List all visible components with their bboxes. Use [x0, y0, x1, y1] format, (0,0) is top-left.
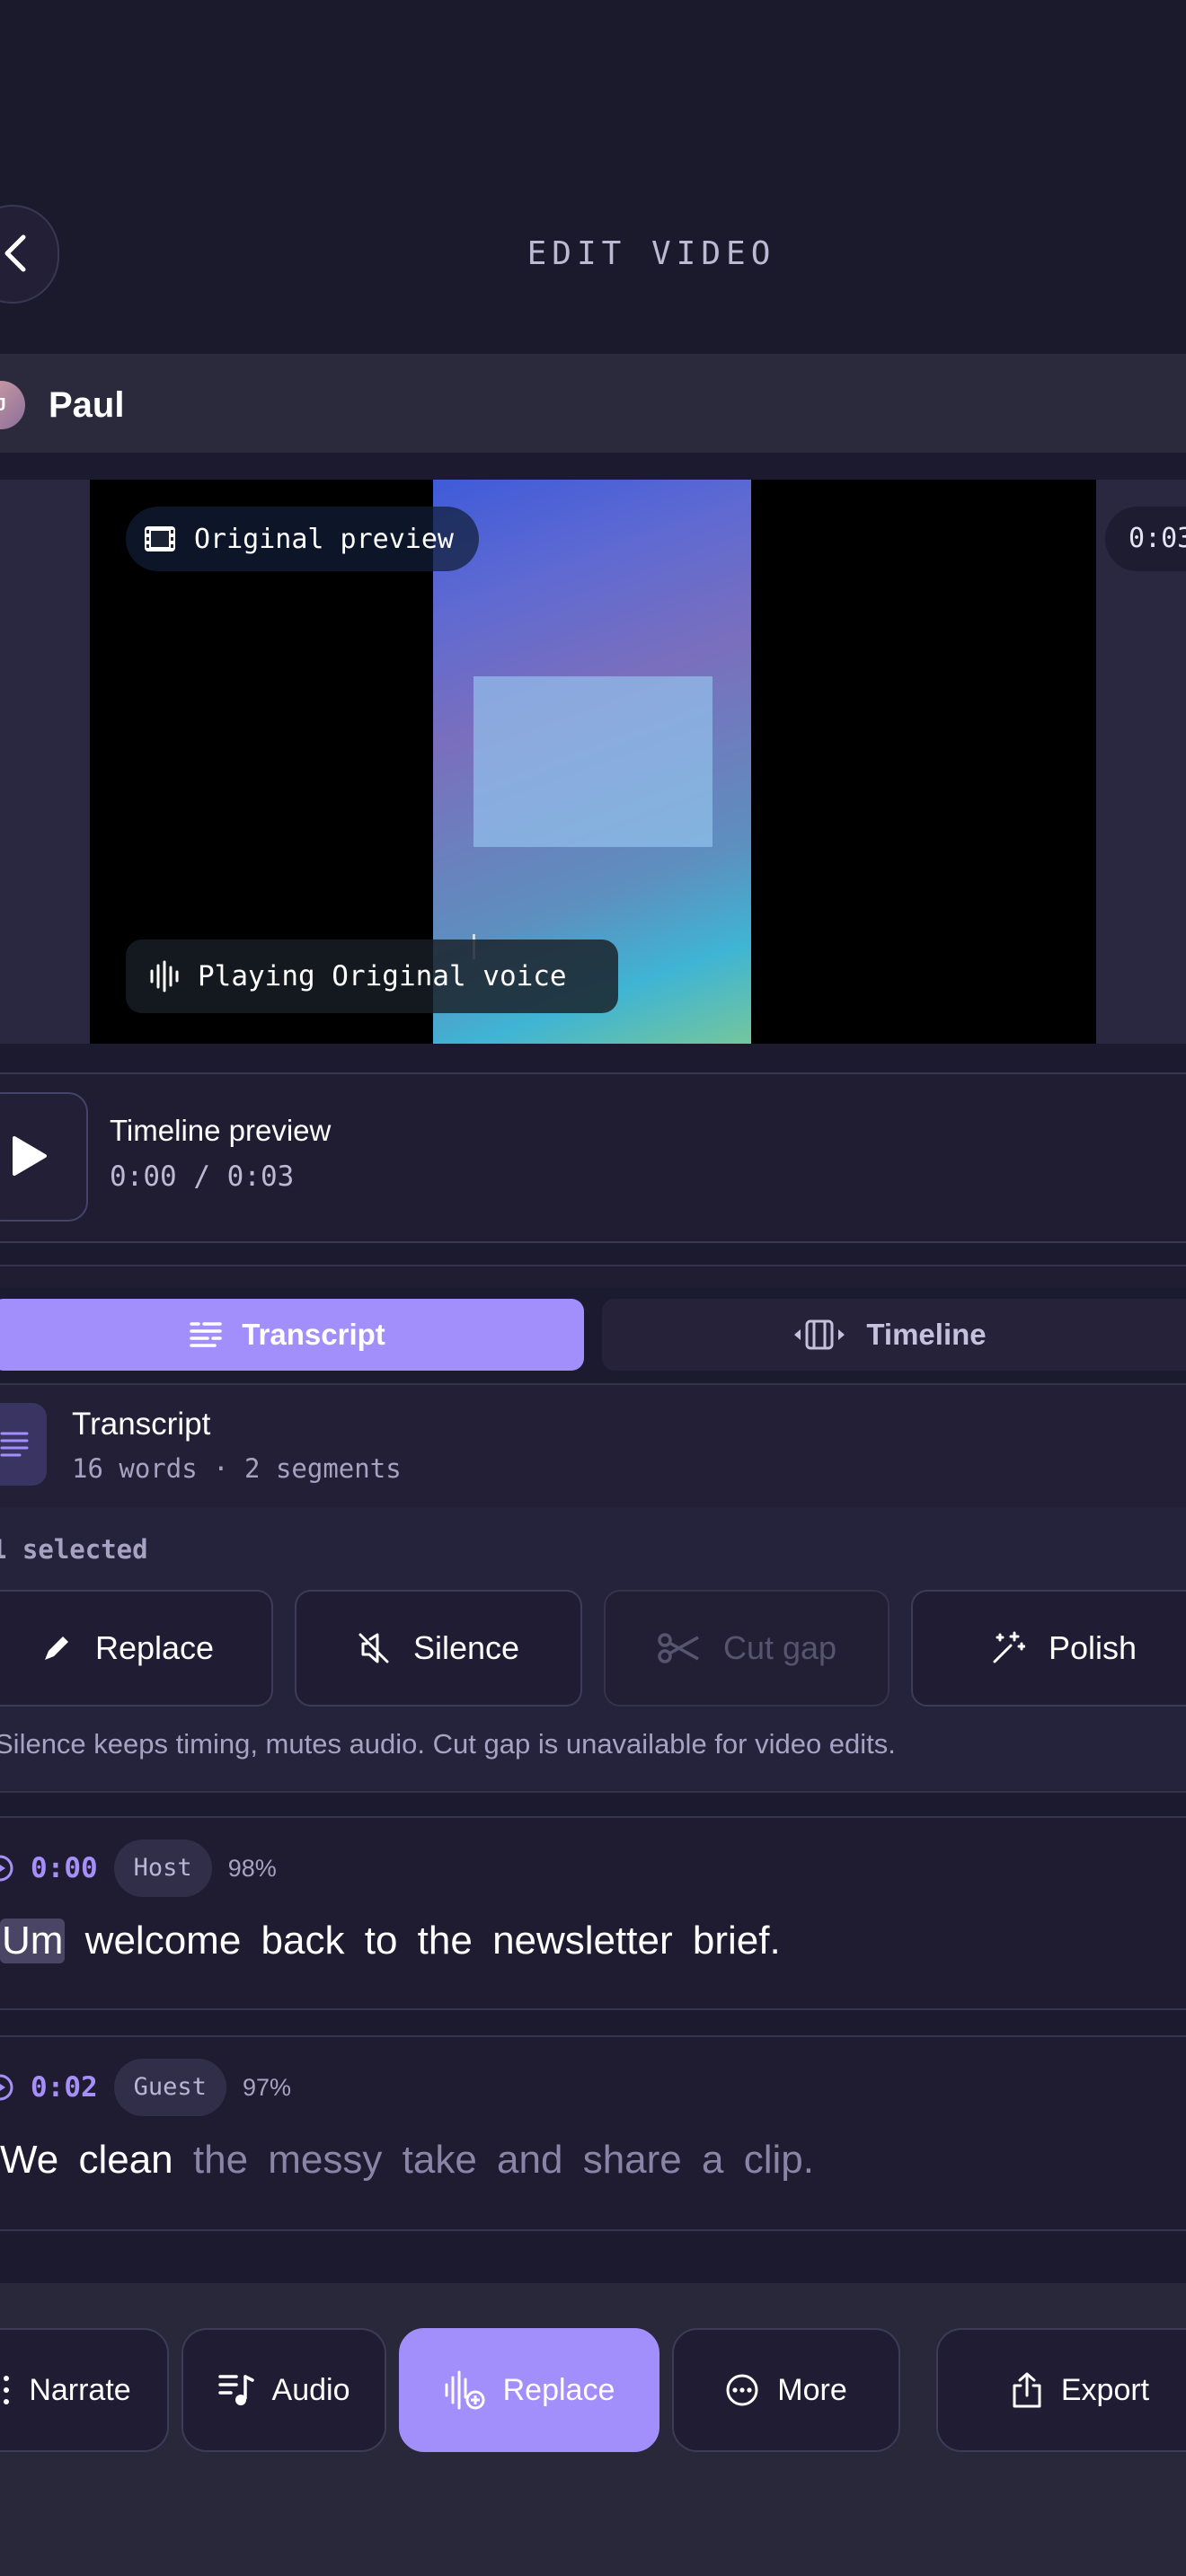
timeline-preview-title: Timeline preview [110, 1114, 332, 1147]
film-strip-icon [794, 1319, 845, 1350]
more-circle-icon [726, 2374, 758, 2406]
playing-status-label: Playing Original voice [198, 960, 567, 992]
word[interactable]: and [497, 2138, 562, 2183]
transcript-segment: 0:02 Guest 97% We clean the messy take a… [0, 2035, 1186, 2231]
header [0, 0, 1186, 352]
tab-transcript-label: Transcript [242, 1318, 385, 1351]
transcript-subtitle: 16 words · 2 segments [72, 1453, 402, 1484]
word[interactable]: to [365, 1919, 398, 1963]
page-title: EDIT VIDEO [527, 235, 776, 272]
original-preview-label: Original preview [194, 523, 454, 555]
word[interactable]: brief. [693, 1919, 781, 1963]
pencil-icon [44, 1636, 68, 1660]
timeline-preview-time: 0:00 / 0:03 [110, 1160, 295, 1193]
word[interactable]: We [0, 2138, 58, 2183]
tab-timeline[interactable]: Timeline [602, 1299, 1186, 1371]
timeline-preview-card [0, 1072, 1186, 1243]
narrate-label: Narrate [29, 2372, 131, 2407]
word[interactable]: share [583, 2138, 682, 2183]
narrate-button[interactable]: Narrate [0, 2328, 169, 2452]
audio-label: Audio [271, 2372, 350, 2407]
more-button[interactable]: More [672, 2328, 900, 2452]
share-icon [1013, 2372, 1041, 2408]
word[interactable]: welcome [85, 1919, 242, 1963]
segment-text: Um welcome back to the newsletter brief. [0, 1919, 781, 1963]
word[interactable]: back [261, 1919, 345, 1963]
word[interactable]: clip. [744, 2138, 814, 2183]
selection-hint: Silence keeps timing, mutes audio. Cut g… [0, 1728, 896, 1760]
silence-label: Silence [412, 1629, 520, 1666]
section-divider [0, 1265, 1186, 1288]
replace-voice-button[interactable]: Replace [399, 2328, 659, 2452]
polish-button[interactable]: Polish [911, 1590, 1186, 1707]
duration-badge: 0:03 [1105, 507, 1186, 571]
tab-transcript[interactable]: Transcript [0, 1299, 584, 1371]
export-label: Export [1060, 2372, 1150, 2407]
original-preview-pill: Original preview [126, 507, 479, 571]
playing-status-pill: Playing Original voice [126, 940, 618, 1013]
transcript-segment: 0:00 Host 98% Um welcome back to the new… [0, 1816, 1186, 2010]
cut-gap-button: Cut gap [604, 1590, 890, 1707]
replace-voice-label: Replace [502, 2372, 615, 2407]
selection-count: 1 selected [0, 1534, 148, 1565]
replace-word-label: Replace [94, 1629, 215, 1666]
video-overlay-shape [474, 676, 712, 847]
confidence-value: 97% [242, 2073, 291, 2101]
export-button[interactable]: Export [936, 2328, 1186, 2452]
word[interactable]: newsletter [492, 1919, 673, 1963]
waveform-icon [150, 960, 179, 992]
play-icon [13, 1136, 47, 1176]
play-circle-icon[interactable] [0, 2073, 14, 2102]
text-lines-icon [0, 1432, 29, 1457]
transcript-header [0, 1383, 1186, 1509]
confidence-value: 98% [227, 1854, 277, 1882]
segment-time[interactable]: 0:00 [31, 1852, 98, 1884]
word-selected[interactable]: Um [0, 1919, 66, 1963]
play-button[interactable] [0, 1092, 88, 1222]
voice-add-icon [445, 2370, 485, 2410]
film-icon [145, 526, 175, 551]
transcript-icon [0, 1403, 47, 1486]
magic-wand-icon [993, 1631, 1025, 1663]
music-list-icon [217, 2375, 254, 2405]
word[interactable]: the [193, 2138, 248, 2183]
list-icon [4, 2376, 10, 2404]
segment-text: We clean the messy take and share a clip… [0, 2138, 814, 2183]
segment-time[interactable]: 0:02 [31, 2071, 98, 2104]
audio-button[interactable]: Audio [181, 2328, 386, 2452]
profile-name: Paul [49, 385, 125, 425]
speaker-badge[interactable]: Host [113, 1839, 212, 1897]
word[interactable]: take [403, 2138, 477, 2183]
word[interactable]: messy [268, 2138, 382, 2183]
speaker-mute-icon [358, 1633, 389, 1663]
cut-gap-label: Cut gap [722, 1629, 837, 1666]
more-label: More [777, 2372, 847, 2407]
replace-word-button[interactable]: Replace [0, 1590, 273, 1707]
transcript-title: Transcript [72, 1407, 211, 1442]
play-circle-icon[interactable] [0, 1854, 14, 1883]
speaker-badge[interactable]: Guest [113, 2059, 226, 2116]
profile-bar [0, 354, 1186, 453]
silence-button[interactable]: Silence [295, 1590, 582, 1707]
word[interactable]: the [418, 1919, 473, 1963]
scissors-icon [658, 1633, 699, 1663]
word[interactable]: clean [78, 2138, 173, 2183]
text-lines-icon [190, 1322, 222, 1347]
tab-timeline-label: Timeline [866, 1318, 987, 1351]
polish-label: Polish [1048, 1629, 1137, 1666]
word[interactable]: a [702, 2138, 723, 2183]
